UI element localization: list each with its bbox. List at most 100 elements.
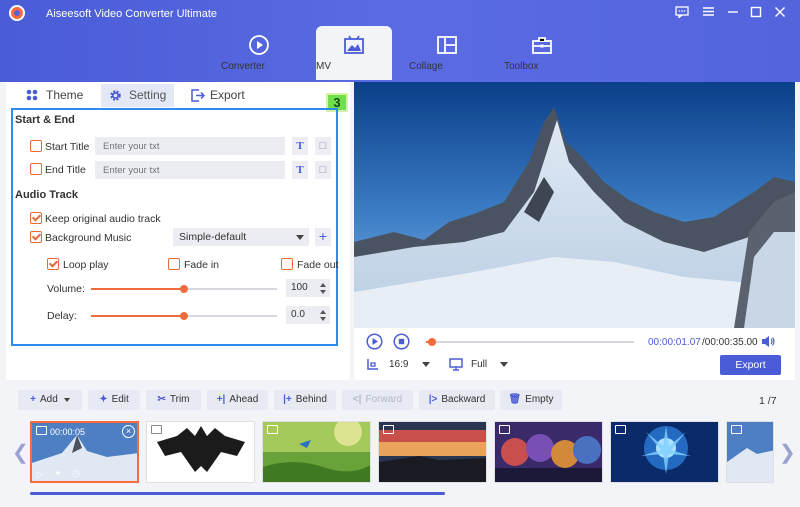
- volume-label: Volume:: [47, 283, 85, 295]
- clip-thumbnail-1[interactable]: 00:00:05 × ▷ ✦ ◷: [30, 421, 139, 483]
- page-current: 1: [759, 395, 765, 407]
- maximize-icon[interactable]: [748, 6, 764, 20]
- backward-label: Backward: [441, 394, 486, 405]
- magic-wand-icon[interactable]: ✦: [54, 468, 62, 479]
- end-title-edit-button[interactable]: □: [315, 161, 331, 179]
- insert-behind-icon: |+: [283, 394, 292, 405]
- start-title-edit-button[interactable]: □: [315, 137, 331, 155]
- view-mode-value[interactable]: Full: [471, 359, 487, 370]
- page-counter: 1 /7: [759, 395, 777, 407]
- subtab-theme[interactable]: Theme: [20, 84, 90, 107]
- background-music-value: Simple-default: [179, 231, 247, 243]
- minimize-icon[interactable]: [725, 6, 741, 20]
- gear-icon: [110, 90, 121, 101]
- end-title-input[interactable]: [95, 161, 285, 179]
- background-music-select[interactable]: Simple-default: [173, 228, 309, 246]
- tab-collage[interactable]: Collage: [409, 26, 485, 80]
- tab-toolbox[interactable]: Toolbox: [504, 26, 580, 80]
- chevron-down-icon: [296, 235, 304, 240]
- start-title-checkbox[interactable]: [30, 140, 42, 152]
- volume-slider-fill: [91, 288, 184, 290]
- clip-thumbnail-3[interactable]: [262, 421, 371, 483]
- close-icon[interactable]: [772, 6, 788, 20]
- aspect-ratio-value[interactable]: 16:9: [389, 359, 408, 370]
- filmstrip-scrollbar[interactable]: [30, 492, 445, 495]
- ahead-button[interactable]: +| Ahead: [207, 390, 268, 410]
- collage-icon: [437, 36, 457, 54]
- play-icon[interactable]: ▷: [36, 469, 43, 480]
- empty-button[interactable]: 🗑 Empty: [500, 390, 562, 410]
- tab-label: Converter: [221, 61, 265, 72]
- stop-icon[interactable]: [393, 333, 410, 350]
- monitor-icon: [449, 358, 463, 371]
- background-music-checkbox[interactable]: [30, 231, 42, 243]
- delay-slider-fill: [91, 315, 184, 317]
- forward-button[interactable]: <| Forward: [342, 390, 413, 410]
- delay-slider-thumb[interactable]: [180, 312, 188, 320]
- mv-icon: [344, 35, 364, 54]
- theme-icon: [26, 89, 38, 101]
- play-icon[interactable]: [366, 333, 383, 350]
- start-title-text-style-button[interactable]: T: [292, 137, 308, 155]
- clip-thumbnail-5[interactable]: [494, 421, 603, 483]
- background-music-label: Background Music: [45, 232, 132, 244]
- edit-button[interactable]: ✦ Edit: [88, 390, 140, 410]
- clip-thumbnail-7[interactable]: [726, 421, 774, 483]
- clock-icon[interactable]: ◷: [72, 468, 80, 479]
- decrement-icon[interactable]: [320, 317, 326, 321]
- behind-label: Behind: [295, 394, 327, 405]
- loop-play-checkbox[interactable]: [47, 258, 59, 270]
- clip-toolbar: + Add ✦ Edit ✂ Trim +| Ahead |+ Behind <| Forw…: [0, 386, 800, 416]
- volume-stepper[interactable]: 100: [286, 279, 330, 297]
- delay-stepper[interactable]: 0.0: [286, 306, 330, 324]
- section-title-start-end: Start & End: [15, 114, 75, 126]
- trim-button[interactable]: ✂ Trim: [146, 390, 201, 410]
- current-time: 00:00:01.07: [648, 337, 701, 348]
- volume-slider-thumb[interactable]: [180, 285, 188, 293]
- chevron-left-icon[interactable]: ❮: [12, 440, 29, 465]
- section-title-audio-track: Audio Track: [15, 189, 78, 201]
- image-icon: [36, 426, 47, 435]
- chevron-down-icon[interactable]: [422, 362, 430, 367]
- feedback-icon[interactable]: [674, 6, 690, 20]
- image-icon: [615, 425, 626, 434]
- tab-converter[interactable]: Converter: [221, 26, 297, 80]
- decrement-icon[interactable]: [320, 290, 326, 294]
- playback-progress-thumb[interactable]: [428, 338, 437, 346]
- end-title-checkbox[interactable]: [30, 163, 42, 175]
- playback-progress[interactable]: [426, 338, 634, 346]
- clip-thumbnail-6[interactable]: [610, 421, 719, 483]
- end-title-text-style-button[interactable]: T: [292, 161, 308, 179]
- increment-icon[interactable]: [320, 310, 326, 314]
- export-button[interactable]: Export: [720, 355, 781, 375]
- delay-label: Delay:: [47, 310, 77, 322]
- increment-icon[interactable]: [320, 283, 326, 287]
- menu-icon[interactable]: [700, 6, 716, 20]
- clip-thumbnail-4[interactable]: [378, 421, 487, 483]
- add-button[interactable]: + Add: [18, 390, 82, 410]
- ahead-label: Ahead: [229, 394, 259, 405]
- subtab-export[interactable]: Export: [186, 84, 256, 107]
- tab-label: MV: [316, 61, 331, 72]
- fade-out-checkbox[interactable]: [281, 258, 293, 270]
- image-icon: [151, 425, 162, 434]
- title-bar: Aiseesoft Video Converter Ultimate: [0, 0, 800, 26]
- tab-mv[interactable]: MV: [316, 26, 392, 80]
- behind-button[interactable]: |+ Behind: [274, 390, 336, 410]
- add-music-button[interactable]: +: [315, 228, 331, 246]
- subtab-setting[interactable]: Setting: [101, 84, 174, 107]
- clip-thumbnail-2[interactable]: [146, 421, 255, 483]
- plus-icon: +: [30, 394, 37, 405]
- volume-icon[interactable]: [761, 335, 775, 348]
- volume-slider[interactable]: [91, 285, 277, 293]
- start-title-input[interactable]: [95, 137, 285, 155]
- backward-button[interactable]: |> Backward: [419, 390, 495, 410]
- image-icon: [383, 425, 394, 434]
- fade-in-checkbox[interactable]: [168, 258, 180, 270]
- chevron-right-icon[interactable]: ❯: [779, 440, 796, 465]
- loop-play-label: Loop play: [63, 259, 109, 271]
- close-icon[interactable]: ×: [122, 425, 135, 438]
- keep-original-audio-checkbox[interactable]: [30, 212, 42, 224]
- chevron-down-icon[interactable]: [500, 362, 508, 367]
- delay-slider[interactable]: [91, 312, 277, 320]
